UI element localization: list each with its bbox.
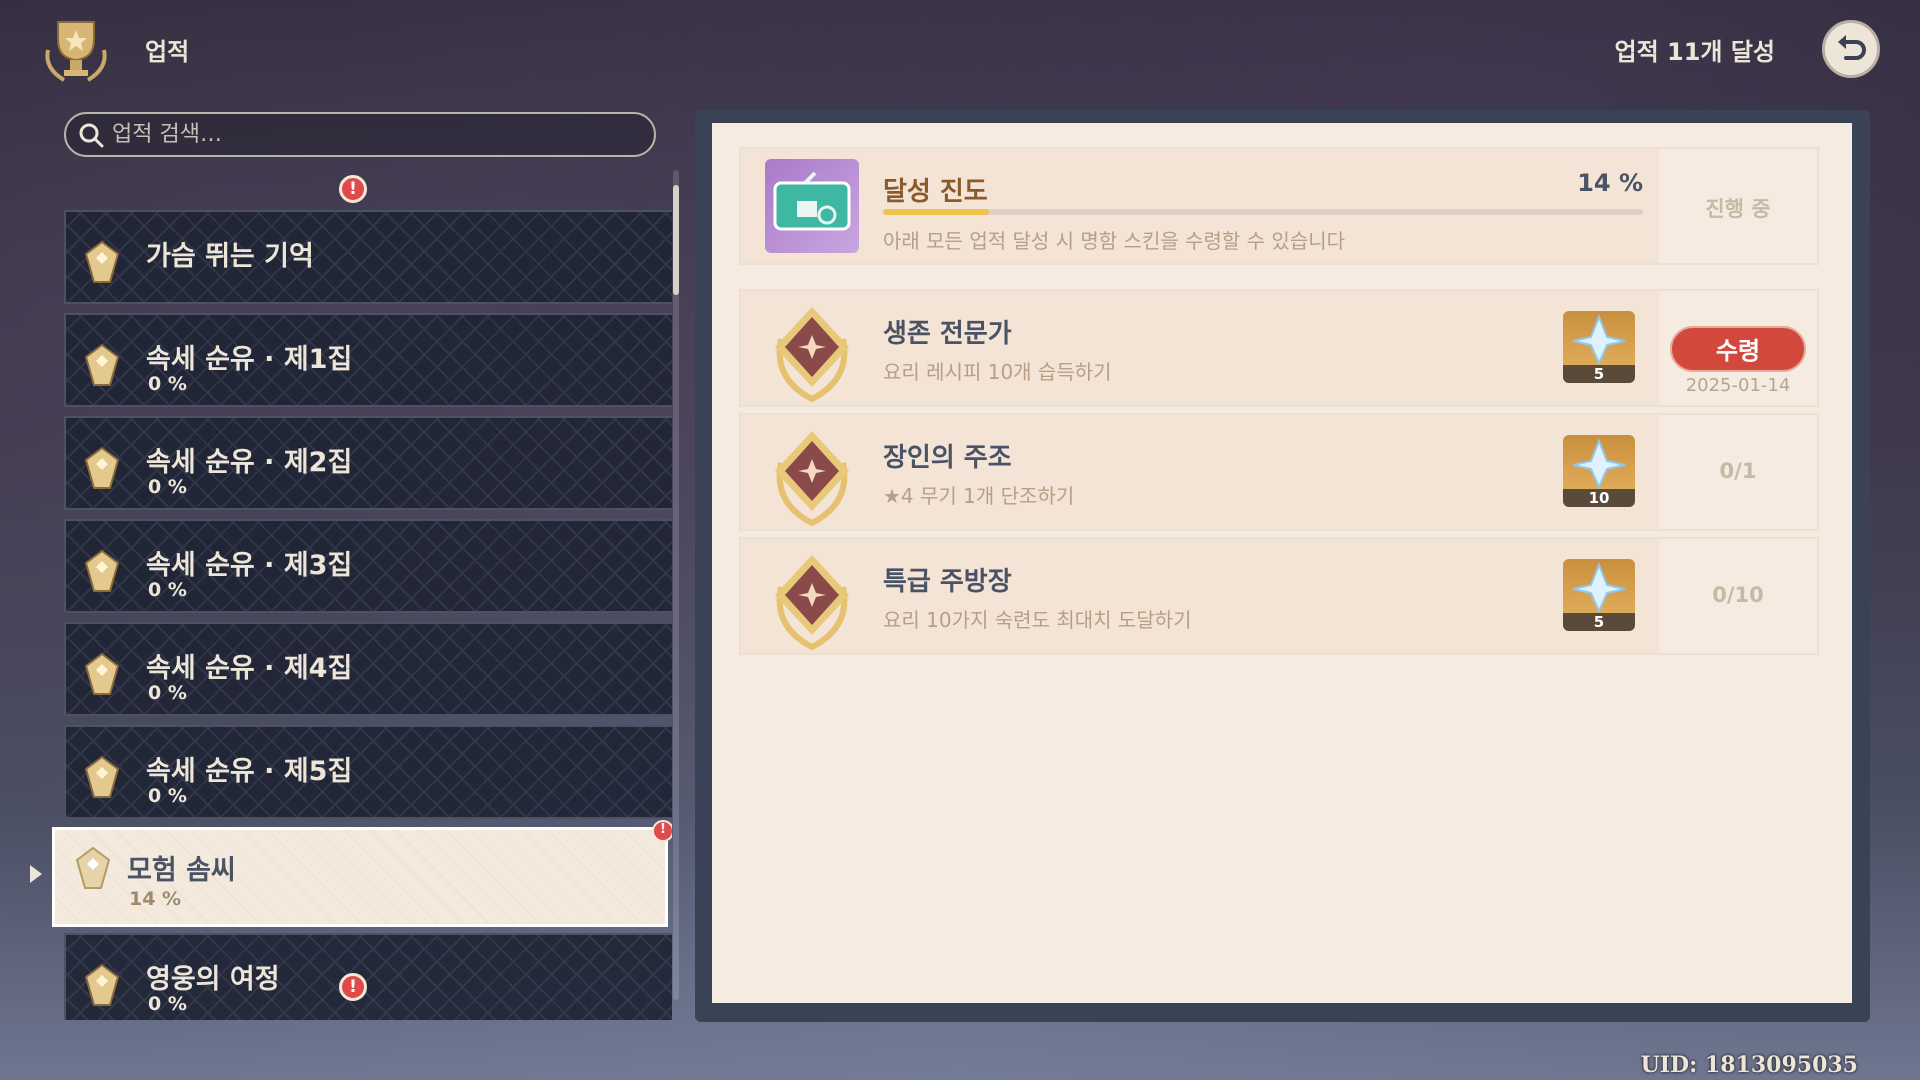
achievement-title: 생존 전문가: [883, 319, 1012, 349]
category-item[interactable]: 속세 순유 · 제5집 0 %: [64, 725, 672, 819]
claim-button[interactable]: 수령: [1670, 326, 1806, 372]
alert-badge: !: [339, 973, 367, 1001]
category-item[interactable]: 가슴 뛰는 기억: [64, 210, 672, 304]
summary-percent: 14 %: [1577, 169, 1643, 197]
category-emblem-icon: [84, 343, 120, 386]
category-name: 속세 순유 · 제5집: [146, 756, 353, 787]
achievement-progress: 0/10: [1712, 583, 1764, 607]
category-percent: 0 %: [148, 993, 187, 1015]
category-percent: 14 %: [129, 888, 182, 910]
category-percent: 0 %: [148, 373, 187, 395]
category-name: 속세 순유 · 제3집: [146, 550, 353, 581]
primogem-icon: [1572, 438, 1626, 490]
summary-progress-bar: [883, 209, 1643, 215]
namecard-icon: [765, 159, 859, 253]
summary-progress-fill: [883, 209, 990, 215]
uid-label: UID: 1813095035: [1640, 1052, 1858, 1078]
achievement-title: 장인의 주조: [883, 443, 1012, 473]
achievement-medal-icon: [775, 555, 849, 651]
achievement-title: 특급 주방장: [883, 567, 1012, 597]
primogem-reward: 5: [1563, 311, 1635, 383]
achievement-row: 생존 전문가 요리 레시피 10개 습득하기 5 수령 2025-01-14: [739, 289, 1819, 407]
category-name: 속세 순유 · 제4집: [146, 653, 353, 684]
category-percent: 0 %: [148, 785, 187, 807]
achievement-row: 장인의 주조 ★4 무기 1개 단조하기 10 0/1: [739, 413, 1819, 531]
alert-badge: !: [339, 175, 367, 203]
list-scroll-thumb[interactable]: [673, 185, 679, 295]
category-name: 모험 솜씨: [127, 855, 236, 886]
category-name: 속세 순유 · 제2집: [146, 447, 353, 478]
search-bar[interactable]: [64, 112, 656, 157]
achievement-desc: 요리 10가지 숙련도 최대치 도달하기: [883, 608, 1192, 632]
summary-title: 달성 진도: [883, 177, 988, 207]
alert-badge: !: [652, 820, 672, 842]
achievement-medal-icon: [775, 307, 849, 403]
reward-count: 10: [1563, 489, 1635, 507]
back-arrow-icon: [1838, 35, 1866, 60]
category-name: 속세 순유 · 제1집: [146, 344, 353, 375]
category-item[interactable]: 속세 순유 · 제2집 0 %: [64, 416, 672, 510]
achievement-count: 업적 11개 달성: [1614, 38, 1775, 66]
category-emblem-icon: [84, 240, 120, 283]
category-emblem-icon: [84, 549, 120, 592]
trophy-icon: [45, 21, 107, 82]
claim-date: 2025-01-14: [1685, 375, 1791, 396]
achievement-desc: ★4 무기 1개 단조하기: [883, 484, 1075, 508]
primogem-reward: 10: [1563, 435, 1635, 507]
category-name: 영웅의 여정: [146, 964, 280, 995]
reward-count: 5: [1563, 365, 1635, 383]
category-emblem-icon: [84, 446, 120, 489]
summary-row: 달성 진도 14 % 아래 모든 업적 달성 시 명함 스킨을 수령할 수 있습…: [739, 147, 1819, 265]
category-item[interactable]: 영웅의 여정 0 %: [64, 933, 672, 1020]
category-list[interactable]: ! 가슴 뛰는 기억 속세 순유 · 제1집 0 % 속세 순유 · 제2집 0…: [52, 165, 672, 1020]
achievement-medal-icon: [775, 431, 849, 527]
search-icon: [79, 123, 104, 147]
category-emblem-icon: [75, 846, 111, 889]
selection-arrow-icon: [30, 865, 42, 883]
primogem-icon: [1572, 562, 1626, 614]
category-percent: 0 %: [148, 682, 187, 704]
category-item[interactable]: 속세 순유 · 제1집 0 %: [64, 313, 672, 407]
achievement-progress: 0/1: [1719, 459, 1757, 483]
page-title: 업적: [145, 38, 190, 66]
category-item[interactable]: 속세 순유 · 제3집 0 %: [64, 519, 672, 613]
reward-count: 5: [1563, 613, 1635, 631]
category-emblem-icon: [84, 652, 120, 695]
primogem-reward: 5: [1563, 559, 1635, 631]
achievement-row: 특급 주방장 요리 10가지 숙련도 최대치 도달하기 5 0/10: [739, 537, 1819, 655]
achievement-desc: 요리 레시피 10개 습득하기: [883, 360, 1112, 384]
category-emblem-icon: [84, 755, 120, 798]
category-name: 가슴 뛰는 기억: [146, 241, 314, 272]
summary-status: 진행 중: [1705, 197, 1771, 221]
category-percent: 0 %: [148, 579, 187, 601]
search-input[interactable]: [112, 122, 632, 147]
category-item-selected[interactable]: 모험 솜씨 14 %: [52, 827, 668, 927]
primogem-icon: [1572, 314, 1626, 366]
back-button[interactable]: [1822, 20, 1880, 78]
summary-desc: 아래 모든 업적 달성 시 명함 스킨을 수령할 수 있습니다: [883, 229, 1346, 253]
category-percent: 0 %: [148, 476, 187, 498]
category-emblem-icon: [84, 963, 120, 1006]
category-item[interactable]: 속세 순유 · 제4집 0 %: [64, 622, 672, 716]
